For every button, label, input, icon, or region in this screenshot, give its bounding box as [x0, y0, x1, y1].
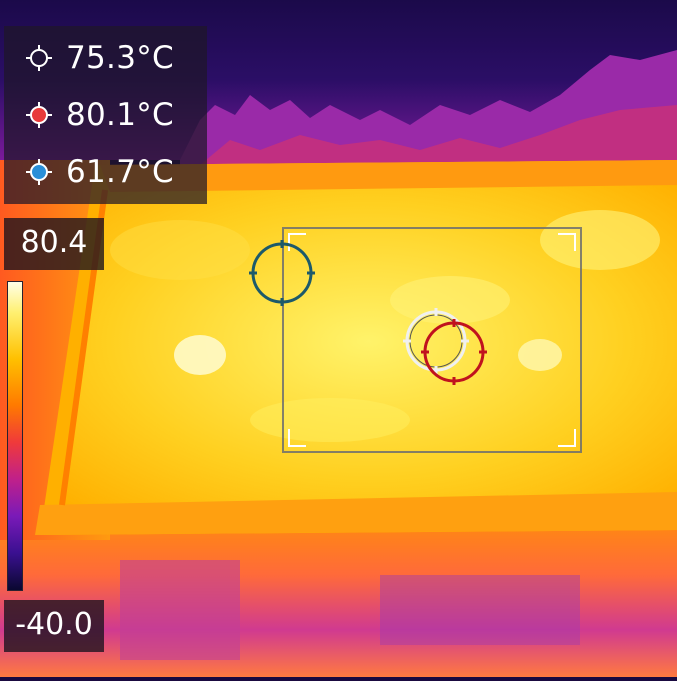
center-spot-temperature: 75.3°C [66, 40, 174, 76]
cold-spot-reading[interactable]: 61.7°C [4, 144, 207, 200]
hot-spot-crosshair-icon [26, 102, 52, 128]
hot-spot-temperature: 80.1°C [66, 97, 174, 133]
measurement-readout-panel: 75.3°C 80.1°C 61.7°C [4, 26, 207, 204]
cold-spot-temperature: 61.7°C [66, 154, 174, 190]
center-spot-crosshair-icon [26, 45, 52, 71]
center-spot-reading[interactable]: 75.3°C [4, 30, 207, 86]
hot-spot-reading[interactable]: 80.1°C [4, 87, 207, 143]
hot-spot-marker[interactable] [418, 316, 490, 388]
scale-max-temperature[interactable]: 80.4 [4, 218, 104, 270]
roi-corner-bottom-left [288, 429, 306, 447]
roi-corner-bottom-right [558, 429, 576, 447]
cold-spot-crosshair-icon [26, 159, 52, 185]
roi-corner-top-right [558, 233, 576, 251]
color-palette-bar [7, 281, 23, 591]
scale-min-temperature[interactable]: -40.0 [4, 600, 104, 652]
cold-spot-marker[interactable] [247, 238, 317, 308]
